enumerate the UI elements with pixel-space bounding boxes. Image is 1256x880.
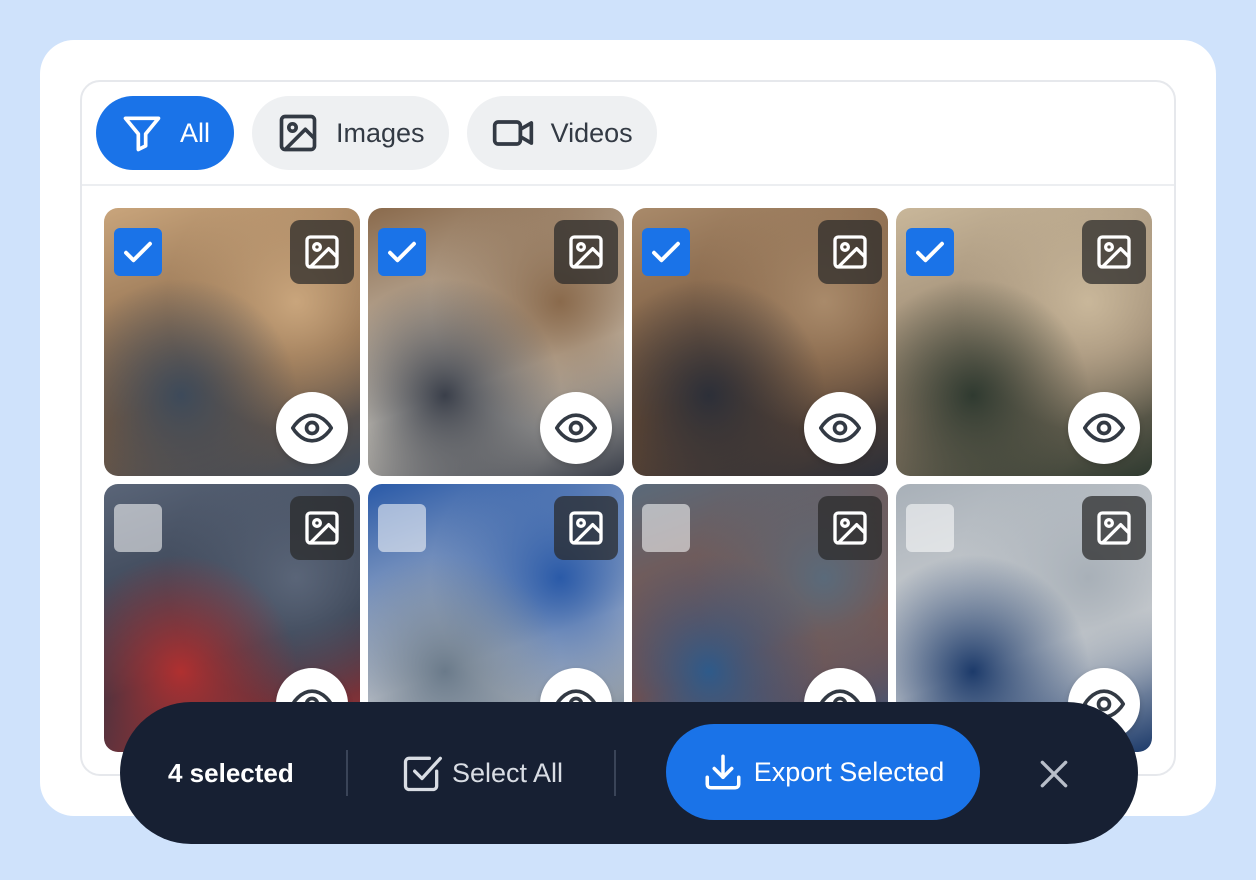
export-selected-button[interactable]: Export Selected [666, 724, 980, 820]
checkmark-icon [916, 241, 944, 263]
filter-videos-button[interactable]: Videos [466, 96, 657, 170]
tabs-divider [82, 184, 1174, 186]
checkmark-icon [388, 241, 416, 263]
image-icon [1097, 511, 1131, 545]
checkmark-icon [652, 241, 680, 263]
eye-icon [290, 413, 334, 443]
eye-icon [1082, 413, 1126, 443]
select-all-label: Select All [452, 757, 564, 788]
select-checkbox[interactable] [906, 504, 954, 552]
image-icon [569, 511, 603, 545]
media-type-badge [1082, 220, 1146, 284]
preview-button[interactable] [540, 392, 612, 464]
media-grid [104, 208, 1154, 752]
media-panel: All Images Videos [80, 80, 1176, 776]
media-type-badge [290, 220, 354, 284]
media-type-badge [818, 496, 882, 560]
media-type-badge [290, 496, 354, 560]
select-all-button[interactable]: Select All [400, 751, 563, 795]
media-type-badge [554, 220, 618, 284]
media-thumbnail[interactable] [896, 208, 1152, 476]
select-checkbox[interactable] [906, 228, 954, 276]
select-checkbox[interactable] [642, 504, 690, 552]
select-checkbox[interactable] [378, 228, 426, 276]
filter-icon [123, 116, 161, 152]
preview-button[interactable] [1068, 392, 1140, 464]
select-checkbox[interactable] [114, 228, 162, 276]
download-icon [705, 754, 741, 790]
filter-videos-label: Videos [550, 117, 633, 148]
checkmark-icon [124, 241, 152, 263]
select-checkbox[interactable] [378, 504, 426, 552]
select-checkbox[interactable] [642, 228, 690, 276]
media-type-badge [1082, 496, 1146, 560]
filter-images-label: Images [336, 117, 425, 148]
checkbox-icon [403, 756, 442, 792]
eye-icon [818, 413, 862, 443]
bar-divider [614, 750, 616, 796]
media-thumbnail[interactable] [104, 208, 360, 476]
close-selection-button[interactable] [1034, 754, 1074, 794]
media-type-badge [554, 496, 618, 560]
image-icon [279, 114, 317, 152]
selection-bar: 4 selected Select All Export Selected [120, 702, 1138, 844]
image-icon [1097, 235, 1131, 269]
media-thumbnail[interactable] [368, 208, 624, 476]
image-icon [569, 235, 603, 269]
media-type-badge [818, 220, 882, 284]
image-icon [833, 511, 867, 545]
eye-icon [554, 413, 598, 443]
filter-all-label: All [180, 117, 211, 148]
preview-button[interactable] [804, 392, 876, 464]
close-icon [1040, 760, 1068, 788]
preview-button[interactable] [276, 392, 348, 464]
image-icon [833, 235, 867, 269]
filter-tabs: All Images Videos [96, 96, 657, 170]
export-selected-label: Export Selected [753, 756, 945, 787]
select-checkbox[interactable] [114, 504, 162, 552]
bar-divider [346, 750, 348, 796]
media-thumbnail[interactable] [632, 208, 888, 476]
image-icon [305, 235, 339, 269]
video-icon [492, 120, 533, 146]
image-icon [305, 511, 339, 545]
filter-all-button[interactable]: All [96, 96, 235, 170]
selected-count: 4 selected [168, 757, 294, 788]
filter-images-button[interactable]: Images [252, 96, 449, 170]
